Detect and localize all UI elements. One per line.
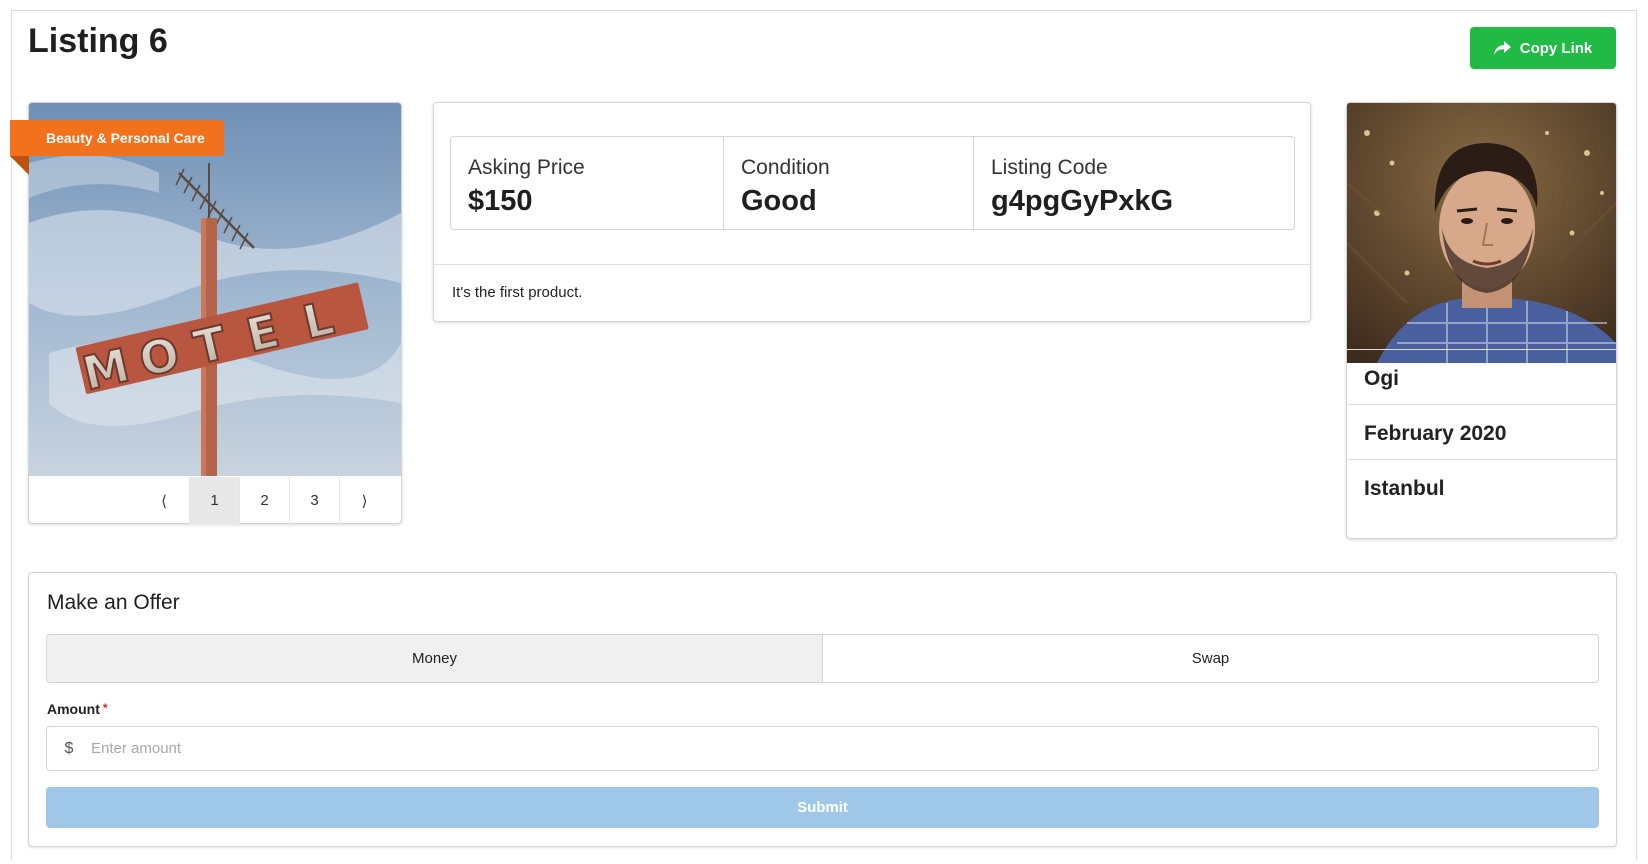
tab-money[interactable]: Money — [47, 635, 823, 682]
category-label[interactable]: Beauty & Personal Care — [10, 120, 224, 175]
listing-stats: Asking Price $150 Condition Good Listing… — [450, 136, 1295, 230]
pagination-page-1[interactable]: 1 — [189, 477, 239, 524]
submit-button[interactable]: Submit — [46, 787, 1599, 828]
stat-value: $150 — [468, 185, 533, 217]
pagination-next-button[interactable]: ⟩ — [339, 477, 389, 524]
seller-joined-date: February 2020 — [1347, 404, 1616, 462]
offer-title: Make an Offer — [47, 591, 180, 614]
stat-label: Asking Price — [468, 156, 585, 179]
image-pagination: ⟨ 1 2 3 ⟩ — [139, 477, 389, 524]
currency-symbol: $ — [64, 739, 74, 757]
seller-avatar[interactable] — [1347, 103, 1616, 363]
copy-link-button[interactable]: Copy Link — [1470, 27, 1616, 69]
stat-value: Good — [741, 185, 817, 217]
page-title: Listing 6 — [28, 22, 168, 60]
make-offer-card: Make an Offer Money Swap Amount* $ Submi… — [28, 572, 1617, 847]
amount-label-text: Amount — [47, 701, 100, 717]
amount-label: Amount * — [47, 701, 108, 717]
pagination-prev-button[interactable]: ⟨ — [139, 477, 189, 524]
listing-details-card: Asking Price $150 Condition Good Listing… — [433, 102, 1311, 322]
required-asterisk: * — [102, 701, 108, 715]
motel-sign-image: M O T E L — [29, 103, 401, 476]
stat-listing-code: Listing Code g4pgGyPxkG — [973, 137, 1294, 229]
offer-type-tabs: Money Swap — [46, 634, 1599, 683]
copy-link-label: Copy Link — [1519, 39, 1593, 57]
stat-asking-price: Asking Price $150 — [451, 137, 723, 229]
stat-label: Condition — [741, 156, 830, 179]
pagination-page-2[interactable]: 2 — [239, 477, 289, 524]
amount-input[interactable] — [91, 727, 1598, 770]
listing-photo[interactable]: M O T E L — [29, 103, 401, 476]
seller-name: Ogi — [1347, 349, 1616, 407]
amount-input-wrapper: $ — [46, 726, 1599, 771]
stat-condition: Condition Good — [723, 137, 973, 229]
listing-image-card: M O T E L Beauty & Personal Care ⟨ 1 2 3… — [10, 102, 402, 524]
seller-photo — [1347, 103, 1616, 363]
seller-location: Istanbul — [1347, 459, 1616, 517]
pagination-page-3[interactable]: 3 — [289, 477, 339, 524]
share-arrow-icon — [1493, 40, 1511, 55]
listing-description: It's the first product. — [452, 284, 583, 301]
stat-value: g4pgGyPxkG — [991, 185, 1174, 217]
stat-label: Listing Code — [991, 156, 1108, 179]
divider — [434, 264, 1310, 265]
seller-card: Ogi February 2020 Istanbul — [1346, 102, 1617, 539]
tab-swap[interactable]: Swap — [823, 635, 1598, 682]
